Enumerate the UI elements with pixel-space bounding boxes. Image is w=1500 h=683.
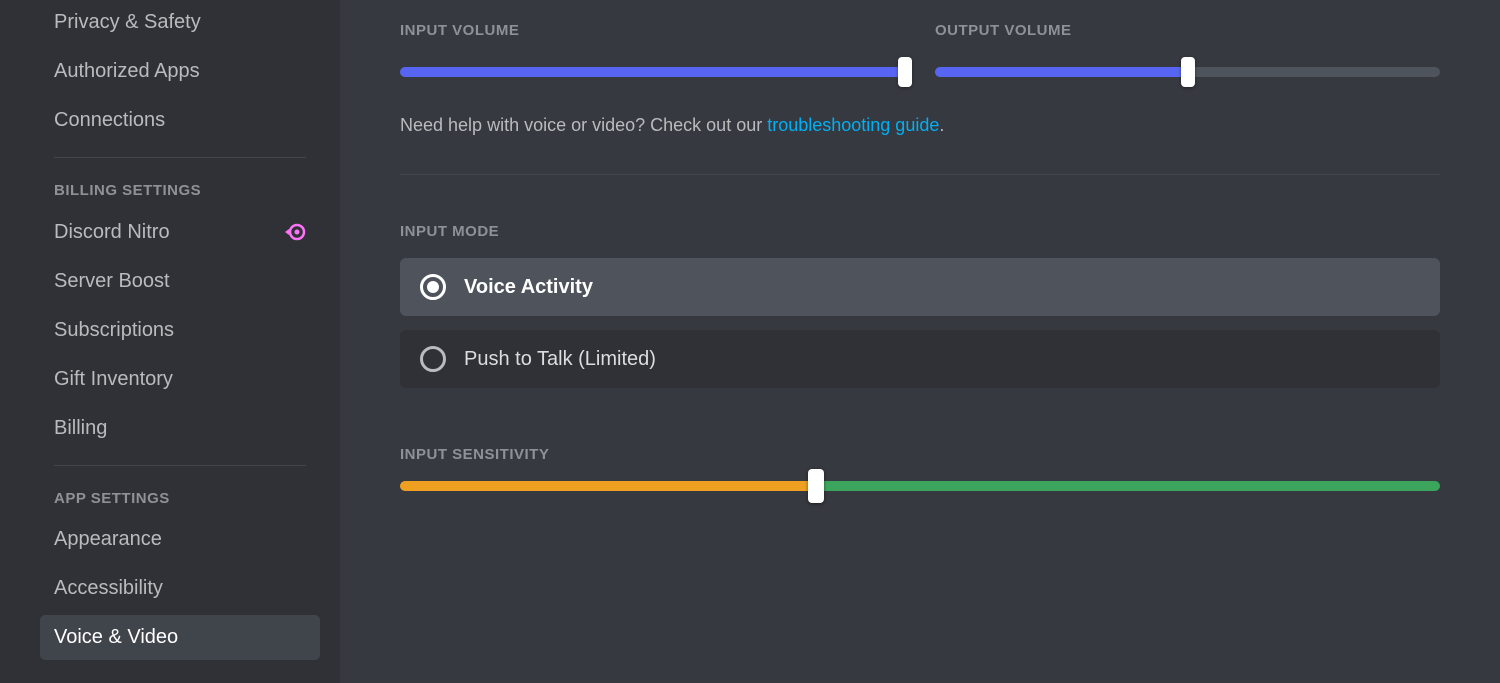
slider-thumb[interactable] — [1181, 57, 1195, 87]
input-volume-label: INPUT VOLUME — [400, 22, 905, 39]
sidebar-item-label: Voice & Video — [54, 626, 178, 649]
sidebar-divider — [54, 157, 306, 158]
volume-section: INPUT VOLUME OUTPUT VOLUME — [400, 0, 1440, 87]
sidebar-item-discord-nitro[interactable]: Discord Nitro — [40, 209, 320, 255]
radio-option-voice-activity[interactable]: Voice Activity — [400, 258, 1440, 316]
slider-track — [400, 67, 905, 77]
output-volume-slider[interactable] — [935, 57, 1440, 87]
sensitivity-track — [400, 481, 1440, 491]
sidebar-item-label: Subscriptions — [54, 319, 174, 342]
radio-icon — [420, 274, 446, 300]
sidebar-section-billing: BILLING SETTINGS — [40, 182, 320, 199]
settings-sidebar: Privacy & Safety Authorized Apps Connect… — [0, 0, 340, 683]
sidebar-item-server-boost[interactable]: Server Boost — [40, 259, 320, 304]
output-volume-column: OUTPUT VOLUME — [935, 22, 1440, 87]
radio-label: Push to Talk (Limited) — [464, 348, 656, 371]
radio-label: Voice Activity — [464, 276, 593, 299]
input-sensitivity-label: INPUT SENSITIVITY — [400, 446, 1440, 463]
sidebar-item-appearance[interactable]: Appearance — [40, 517, 320, 562]
sidebar-item-label: Gift Inventory — [54, 368, 173, 391]
input-sensitivity-slider[interactable] — [400, 481, 1440, 491]
sidebar-item-label: Connections — [54, 109, 165, 132]
sidebar-item-privacy-safety[interactable]: Privacy & Safety — [40, 0, 320, 45]
sidebar-item-accessibility[interactable]: Accessibility — [40, 566, 320, 611]
sidebar-item-billing[interactable]: Billing — [40, 406, 320, 451]
help-text: Need help with voice or video? Check out… — [400, 113, 1440, 138]
help-suffix: . — [939, 115, 944, 135]
sidebar-item-authorized-apps[interactable]: Authorized Apps — [40, 49, 320, 94]
sidebar-item-connections[interactable]: Connections — [40, 98, 320, 143]
input-volume-slider[interactable] — [400, 57, 905, 87]
radio-icon — [420, 346, 446, 372]
slider-thumb[interactable] — [898, 57, 912, 87]
main-divider — [400, 174, 1440, 175]
slider-fill — [935, 67, 1188, 77]
sidebar-item-label: Server Boost — [54, 270, 170, 293]
help-prefix: Need help with voice or video? Check out… — [400, 115, 767, 135]
input-volume-column: INPUT VOLUME — [400, 22, 905, 87]
output-volume-label: OUTPUT VOLUME — [935, 22, 1440, 39]
sidebar-item-label: Appearance — [54, 528, 162, 551]
sidebar-item-subscriptions[interactable]: Subscriptions — [40, 308, 320, 353]
sidebar-divider — [54, 465, 306, 466]
sidebar-item-voice-video[interactable]: Voice & Video — [40, 615, 320, 660]
nitro-badge-icon — [282, 220, 306, 244]
sidebar-item-label: Billing — [54, 417, 107, 440]
sensitivity-left-fill — [400, 481, 816, 491]
sidebar-section-app: APP SETTINGS — [40, 490, 320, 507]
sidebar-item-label: Accessibility — [54, 577, 163, 600]
radio-dot — [427, 281, 439, 293]
slider-track — [935, 67, 1440, 77]
radio-option-push-to-talk[interactable]: Push to Talk (Limited) — [400, 330, 1440, 388]
troubleshooting-link[interactable]: troubleshooting guide — [767, 115, 939, 135]
sensitivity-thumb[interactable] — [808, 469, 824, 503]
input-mode-label: INPUT MODE — [400, 223, 1440, 240]
sidebar-item-label: Discord Nitro — [54, 221, 170, 244]
sidebar-item-label: Authorized Apps — [54, 60, 200, 83]
slider-fill — [400, 67, 905, 77]
sensitivity-right-fill — [816, 481, 1440, 491]
sidebar-item-label: Privacy & Safety — [54, 11, 201, 34]
sidebar-item-gift-inventory[interactable]: Gift Inventory — [40, 357, 320, 402]
settings-main: INPUT VOLUME OUTPUT VOLUME Need help wit… — [340, 0, 1500, 683]
